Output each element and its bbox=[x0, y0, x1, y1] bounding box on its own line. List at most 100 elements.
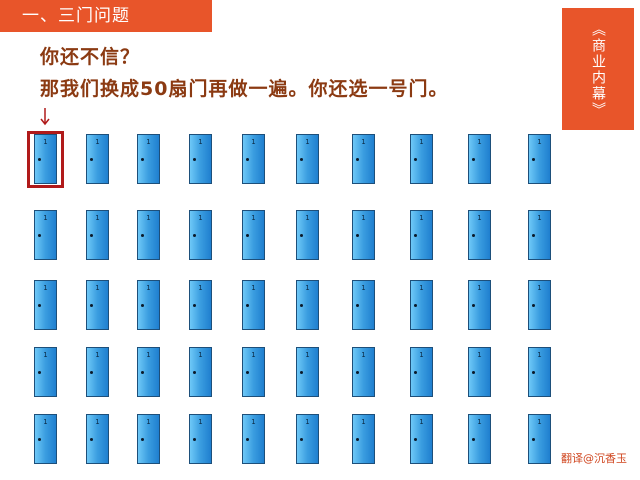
door-knob-icon bbox=[90, 304, 93, 307]
door[interactable]: 1 bbox=[189, 280, 212, 330]
door-number: 1 bbox=[251, 284, 256, 292]
door-number: 1 bbox=[305, 138, 310, 146]
door-number: 1 bbox=[305, 214, 310, 222]
door[interactable]: 1 bbox=[352, 414, 375, 464]
door-knob-icon bbox=[472, 371, 475, 374]
door[interactable]: 1 bbox=[410, 347, 433, 397]
door-knob-icon bbox=[356, 438, 359, 441]
door[interactable]: 1 bbox=[352, 280, 375, 330]
door[interactable]: 1 bbox=[86, 414, 109, 464]
door[interactable]: 1 bbox=[242, 347, 265, 397]
door-knob-icon bbox=[141, 438, 144, 441]
door-knob-icon bbox=[90, 158, 93, 161]
door[interactable]: 1 bbox=[296, 134, 319, 184]
door[interactable]: 1 bbox=[34, 414, 57, 464]
door[interactable]: 1 bbox=[137, 134, 160, 184]
door-knob-icon bbox=[141, 234, 144, 237]
door-knob-icon bbox=[246, 438, 249, 441]
door[interactable]: 1 bbox=[410, 210, 433, 260]
door[interactable]: 1 bbox=[410, 134, 433, 184]
door[interactable]: 1 bbox=[86, 280, 109, 330]
door[interactable]: 1 bbox=[86, 134, 109, 184]
door-number: 1 bbox=[251, 351, 256, 359]
door-number: 1 bbox=[146, 138, 151, 146]
door-knob-icon bbox=[38, 438, 41, 441]
door-knob-icon bbox=[193, 158, 196, 161]
door[interactable]: 1 bbox=[242, 134, 265, 184]
door[interactable]: 1 bbox=[242, 210, 265, 260]
door[interactable]: 1 bbox=[528, 280, 551, 330]
door-number: 1 bbox=[537, 418, 542, 426]
door[interactable]: 1 bbox=[410, 414, 433, 464]
door-knob-icon bbox=[414, 234, 417, 237]
door-knob-icon bbox=[193, 438, 196, 441]
door-number: 1 bbox=[95, 284, 100, 292]
door-knob-icon bbox=[532, 371, 535, 374]
door[interactable]: 1 bbox=[468, 414, 491, 464]
door[interactable]: 1 bbox=[468, 347, 491, 397]
door[interactable]: 1 bbox=[86, 347, 109, 397]
door-number: 1 bbox=[305, 284, 310, 292]
door-knob-icon bbox=[246, 234, 249, 237]
door-number: 1 bbox=[361, 351, 366, 359]
door-number: 1 bbox=[361, 418, 366, 426]
door[interactable]: 1 bbox=[137, 347, 160, 397]
translator-credit: 翻译@沉香玉 bbox=[561, 452, 627, 465]
door-knob-icon bbox=[300, 158, 303, 161]
door[interactable]: 1 bbox=[86, 210, 109, 260]
door-knob-icon bbox=[532, 438, 535, 441]
door[interactable]: 1 bbox=[468, 134, 491, 184]
door[interactable]: 1 bbox=[242, 280, 265, 330]
door-knob-icon bbox=[414, 158, 417, 161]
door[interactable]: 1 bbox=[137, 280, 160, 330]
door-knob-icon bbox=[356, 158, 359, 161]
door-number: 1 bbox=[198, 284, 203, 292]
door-knob-icon bbox=[532, 304, 535, 307]
door[interactable]: 1 bbox=[296, 280, 319, 330]
door[interactable]: 1 bbox=[34, 347, 57, 397]
door[interactable]: 1 bbox=[352, 347, 375, 397]
door[interactable]: 1 bbox=[34, 210, 57, 260]
door-number: 1 bbox=[361, 284, 366, 292]
door[interactable]: 1 bbox=[137, 210, 160, 260]
door[interactable]: 1 bbox=[189, 210, 212, 260]
door-knob-icon bbox=[90, 234, 93, 237]
door-number: 1 bbox=[361, 138, 366, 146]
door-number: 1 bbox=[198, 214, 203, 222]
door-knob-icon bbox=[90, 371, 93, 374]
door-knob-icon bbox=[90, 438, 93, 441]
door-number: 1 bbox=[198, 418, 203, 426]
door[interactable]: 1 bbox=[528, 347, 551, 397]
door-knob-icon bbox=[141, 304, 144, 307]
door-number: 1 bbox=[537, 284, 542, 292]
door-number: 1 bbox=[146, 284, 151, 292]
door[interactable]: 1 bbox=[137, 414, 160, 464]
door-knob-icon bbox=[246, 304, 249, 307]
door-knob-icon bbox=[141, 158, 144, 161]
door[interactable]: 1 bbox=[296, 414, 319, 464]
door[interactable]: 1 bbox=[296, 347, 319, 397]
door[interactable]: 1 bbox=[242, 414, 265, 464]
door-knob-icon bbox=[193, 304, 196, 307]
door[interactable]: 1 bbox=[189, 134, 212, 184]
door-number: 1 bbox=[146, 214, 151, 222]
door-number: 1 bbox=[477, 351, 482, 359]
door-knob-icon bbox=[38, 304, 41, 307]
door[interactable]: 1 bbox=[34, 280, 57, 330]
door-number: 1 bbox=[198, 351, 203, 359]
door[interactable]: 1 bbox=[352, 210, 375, 260]
door[interactable]: 1 bbox=[296, 210, 319, 260]
door[interactable]: 1 bbox=[189, 414, 212, 464]
door[interactable]: 1 bbox=[528, 414, 551, 464]
door[interactable]: 1 bbox=[468, 280, 491, 330]
door-number: 1 bbox=[43, 214, 48, 222]
door[interactable]: 1 bbox=[410, 280, 433, 330]
door[interactable]: 1 bbox=[528, 134, 551, 184]
door-number: 1 bbox=[251, 214, 256, 222]
door[interactable]: 1 bbox=[468, 210, 491, 260]
door-number: 1 bbox=[419, 214, 424, 222]
door[interactable]: 1 bbox=[352, 134, 375, 184]
door[interactable]: 1 bbox=[528, 210, 551, 260]
door[interactable]: 1 bbox=[189, 347, 212, 397]
selected-door-highlight bbox=[27, 131, 64, 188]
